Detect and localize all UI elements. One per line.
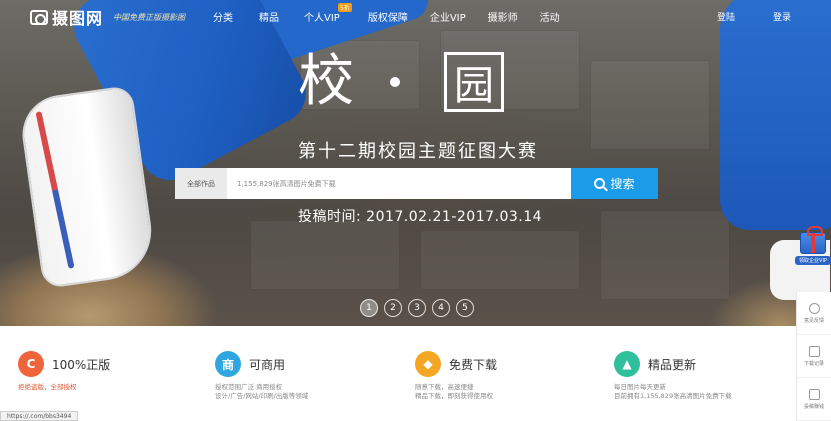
enterprise-vip-gift[interactable]: 领取企业VIP [795, 226, 831, 282]
nav-item-premium[interactable]: 精品 [259, 9, 279, 24]
nav-item-label: 个人VIP [304, 13, 340, 24]
hero-subtitle: 第十二期校园主题征图大赛 [298, 141, 538, 162]
rail-label: 下载记录 [803, 360, 824, 367]
background-stone [420, 230, 580, 290]
feature-free-download: ◆ 免费下载 随意下载，高速便捷 精品下载，即刻获得使用权 [415, 351, 497, 402]
feature-title: 100%正版 [52, 357, 111, 372]
search-button-label: 搜索 [610, 177, 635, 191]
hero-title-right: 园 [444, 52, 504, 112]
nav-item-category[interactable]: 分类 [213, 9, 233, 24]
auth-links: 登陆 登录 [717, 10, 791, 23]
feature-desc-line: 随意下载，高速便捷 [415, 383, 474, 391]
search-button[interactable]: 搜索 [571, 168, 658, 199]
carousel-dot-4[interactable]: 4 [432, 299, 450, 317]
copyright-icon: C [18, 351, 44, 377]
rail-submit[interactable]: 投稿赚钱 [797, 378, 831, 421]
nav-item-events[interactable]: 活动 [540, 9, 560, 24]
carousel-dot-2[interactable]: 2 [384, 299, 402, 317]
search-input[interactable] [227, 168, 571, 199]
image-icon: ▲ [614, 351, 640, 377]
feature-desc-line: 每日图片每天更新 [614, 383, 666, 391]
feature-title: 可商用 [249, 357, 286, 372]
carousel-dot-1[interactable]: 1 [360, 299, 378, 317]
register-link[interactable]: 登录 [773, 10, 791, 23]
search-icon [594, 178, 606, 189]
feature-authentic: C 100%正版 拒绝盗版，全部授权 [18, 351, 110, 392]
submission-dates: 投稿时间: 2017.02.21-2017.03.14 [298, 209, 543, 225]
background-stone [590, 60, 710, 150]
feature-desc: 拒绝盗版，全部授权 [18, 383, 77, 391]
feature-desc: 随意下载，高速便捷 精品下载，即刻获得使用权 [415, 383, 497, 402]
search-category-select[interactable]: 全部作品 [175, 168, 227, 199]
commercial-icon: 商 [215, 351, 241, 377]
main-nav: 分类 精品 个人VIP 5折 版权保障 企业VIP 摄影师 活动 [213, 3, 560, 24]
side-toolbar: 意见反馈 下载记录 投稿赚钱 [796, 292, 831, 421]
carousel-dot-5[interactable]: 5 [456, 299, 474, 317]
rail-label: 投稿赚钱 [803, 403, 824, 410]
download-icon [808, 345, 820, 357]
feature-title: 精品更新 [648, 357, 697, 372]
feature-desc: 授权范围广泛 商用授权 设计/广告/网站/印刷/出版等领域 [215, 383, 308, 402]
hero-title-left: 校 [298, 49, 354, 114]
carousel-dot-3[interactable]: 3 [408, 299, 426, 317]
feature-desc-line: 授权范围广泛 商用授权 [215, 383, 283, 391]
carousel-pagination: 1 2 3 4 5 [360, 299, 474, 317]
top-navigation: 摄图网 中国免费正版摄影图 分类 精品 个人VIP 5折 版权保障 企业VIP … [0, 0, 831, 30]
status-url: https://.com/bbs3494 [0, 411, 79, 421]
edit-icon [808, 388, 820, 400]
feature-desc-line: 目前拥有1,155,829张高清图片免费下载 [614, 392, 732, 401]
feature-commercial: 商 可商用 授权范围广泛 商用授权 设计/广告/网站/印刷/出版等领域 [215, 351, 308, 402]
gift-label: 领取企业VIP [795, 256, 831, 265]
nav-item-enterprise-vip[interactable]: 企业VIP [430, 9, 466, 24]
gift-icon [800, 226, 826, 254]
rail-label: 意见反馈 [803, 317, 824, 324]
camera-icon [30, 9, 48, 25]
login-link[interactable]: 登陆 [717, 10, 735, 23]
hero-banner[interactable]: 校 园 第十二期校园主题征图大赛 全部作品 搜索 投稿时间: 2017.02.2… [0, 0, 831, 326]
feature-desc: 每日图片每天更新 目前拥有1,155,829张高清图片免费下载 [614, 383, 732, 402]
nav-item-copyright[interactable]: 版权保障 [368, 9, 408, 24]
logo-slogan: 中国免费正版摄影图 [113, 12, 186, 22]
discount-badge: 5折 [338, 3, 352, 12]
feedback-icon [808, 302, 820, 314]
background-stone [250, 220, 400, 290]
feature-desc-line: 设计/广告/网站/印刷/出版等领域 [215, 392, 309, 401]
hero-title: 校 园 [298, 52, 504, 112]
feature-title: 免费下载 [449, 357, 498, 372]
search-bar: 全部作品 搜索 [175, 168, 658, 199]
title-dot [390, 77, 400, 87]
download-diamond-icon: ◆ [415, 351, 441, 377]
nav-item-photographer[interactable]: 摄影师 [488, 9, 518, 24]
rail-feedback[interactable]: 意见反馈 [797, 292, 831, 335]
nav-item-personal-vip[interactable]: 个人VIP 5折 [304, 3, 352, 24]
logo-text: 摄图网 [52, 9, 104, 28]
feature-updates: ▲ 精品更新 每日图片每天更新 目前拥有1,155,829张高清图片免费下载 [614, 351, 732, 402]
feature-strip: C 100%正版 拒绝盗版，全部授权 商 可商用 授权范围广泛 商用授权 设计/… [0, 326, 796, 421]
rail-downloads[interactable]: 下载记录 [797, 335, 831, 378]
jeans-leg [720, 0, 831, 230]
site-logo[interactable]: 摄图网 中国免费正版摄影图 [30, 5, 185, 29]
feature-desc-line: 精品下载，即刻获得使用权 [415, 392, 493, 401]
